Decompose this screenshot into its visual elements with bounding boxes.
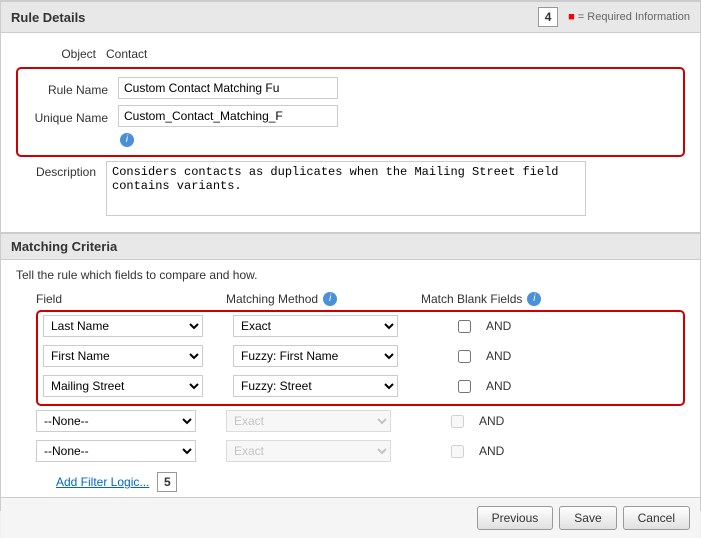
and-label-3: AND <box>486 379 511 393</box>
criteria-blank-5: AND <box>421 444 561 458</box>
criteria-field-1: Last Name <box>43 315 218 337</box>
and-label-1: AND <box>486 319 511 333</box>
method-select-2[interactable]: Fuzzy: First Name <box>233 345 398 367</box>
unique-name-info-icon[interactable]: i <box>120 133 134 147</box>
criteria-row-5: --None-- Exact AND <box>36 440 685 462</box>
required-info: ■ = Required Information <box>568 11 690 23</box>
blank-checkbox-5[interactable] <box>451 445 464 458</box>
field-select-5[interactable]: --None-- <box>36 440 196 462</box>
criteria-blank-4: AND <box>421 414 561 428</box>
unique-name-info-row: i <box>118 133 673 147</box>
col-field-header: Field <box>36 292 211 306</box>
save-button[interactable]: Save <box>559 506 616 530</box>
blank-checkbox-2[interactable] <box>458 350 471 363</box>
add-filter-row: Add Filter Logic... 5 <box>56 472 685 492</box>
criteria-table: Field Matching Method i Match Blank Fiel… <box>36 292 685 492</box>
step5-badge: 5 <box>157 472 177 492</box>
method-info-icon[interactable]: i <box>323 292 337 306</box>
step4-badge: 4 <box>538 7 558 27</box>
blank-checkbox-3[interactable] <box>458 380 471 393</box>
object-row: Object Contact <box>16 43 685 61</box>
description-row: Description Considers contacts as duplic… <box>16 161 685 216</box>
matching-criteria-title: Matching Criteria <box>11 239 117 254</box>
field-select-2[interactable]: First Name <box>43 345 203 367</box>
unique-name-label: Unique Name <box>28 107 118 125</box>
blank-info-icon[interactable]: i <box>527 292 541 306</box>
criteria-method-4: Exact <box>211 410 391 432</box>
method-select-3[interactable]: Fuzzy: Street <box>233 375 398 397</box>
and-label-2: AND <box>486 349 511 363</box>
method-select-5: Exact <box>226 440 391 462</box>
and-label-5: AND <box>479 444 504 458</box>
and-label-4: AND <box>479 414 504 428</box>
criteria-field-4: --None-- <box>36 410 211 432</box>
field-select-3[interactable]: Mailing Street <box>43 375 203 397</box>
rule-name-input[interactable] <box>118 77 338 99</box>
rule-details-title: Rule Details <box>11 10 85 25</box>
add-filter-link[interactable]: Add Filter Logic... <box>56 475 149 489</box>
criteria-row-1: Last Name Exact AND <box>43 315 678 337</box>
field-select-4[interactable]: --None-- <box>36 410 196 432</box>
required-info-text: = Required Information <box>578 11 690 23</box>
main-container: Rule Details 4 ■ = Required Information … <box>0 0 701 511</box>
criteria-field-3: Mailing Street <box>43 375 218 397</box>
criteria-field-2: First Name <box>43 345 218 367</box>
col-blank-header: Match Blank Fields i <box>421 292 561 306</box>
description-label: Description <box>16 161 106 179</box>
criteria-row-3: Mailing Street Fuzzy: Street AND <box>43 375 678 397</box>
criteria-row-4: --None-- Exact AND <box>36 410 685 432</box>
matching-criteria-section: Tell the rule which fields to compare an… <box>1 260 700 497</box>
blank-checkbox-4[interactable] <box>451 415 464 428</box>
unique-name-input[interactable] <box>118 105 338 127</box>
rule-details-section: Object Contact Rule Name Unique Name i <box>1 33 700 233</box>
criteria-method-3: Fuzzy: Street <box>218 375 398 397</box>
object-label: Object <box>16 43 106 61</box>
description-textarea[interactable]: Considers contacts as duplicates when th… <box>106 161 586 216</box>
matching-criteria-header: Matching Criteria <box>1 233 700 260</box>
criteria-desc: Tell the rule which fields to compare an… <box>16 268 685 282</box>
criteria-blank-3: AND <box>428 379 568 393</box>
rule-name-unique-box: Rule Name Unique Name i <box>16 67 685 157</box>
footer-bar: Previous Save Cancel <box>1 497 700 538</box>
criteria-method-1: Exact <box>218 315 398 337</box>
rule-details-header: Rule Details 4 ■ = Required Information <box>1 1 700 33</box>
field-select-1[interactable]: Last Name <box>43 315 203 337</box>
criteria-row-2: First Name Fuzzy: First Name AND <box>43 345 678 367</box>
criteria-blank-1: AND <box>428 319 568 333</box>
unique-name-row: Unique Name <box>28 105 673 127</box>
previous-button[interactable]: Previous <box>477 506 554 530</box>
criteria-red-outline-box: Last Name Exact AND <box>36 310 685 406</box>
method-select-4: Exact <box>226 410 391 432</box>
rule-name-label: Rule Name <box>28 79 118 97</box>
method-select-1[interactable]: Exact <box>233 315 398 337</box>
required-dot: ■ <box>568 11 575 23</box>
col-method-header: Matching Method i <box>226 292 406 306</box>
criteria-blank-2: AND <box>428 349 568 363</box>
criteria-method-2: Fuzzy: First Name <box>218 345 398 367</box>
blank-checkbox-1[interactable] <box>458 320 471 333</box>
cancel-button[interactable]: Cancel <box>623 506 690 530</box>
criteria-outlined-group: Last Name Exact AND <box>36 310 685 466</box>
criteria-header-row: Field Matching Method i Match Blank Fiel… <box>36 292 685 306</box>
object-value: Contact <box>106 43 147 61</box>
rule-name-row: Rule Name <box>28 77 673 99</box>
criteria-method-5: Exact <box>211 440 391 462</box>
criteria-field-5: --None-- <box>36 440 211 462</box>
